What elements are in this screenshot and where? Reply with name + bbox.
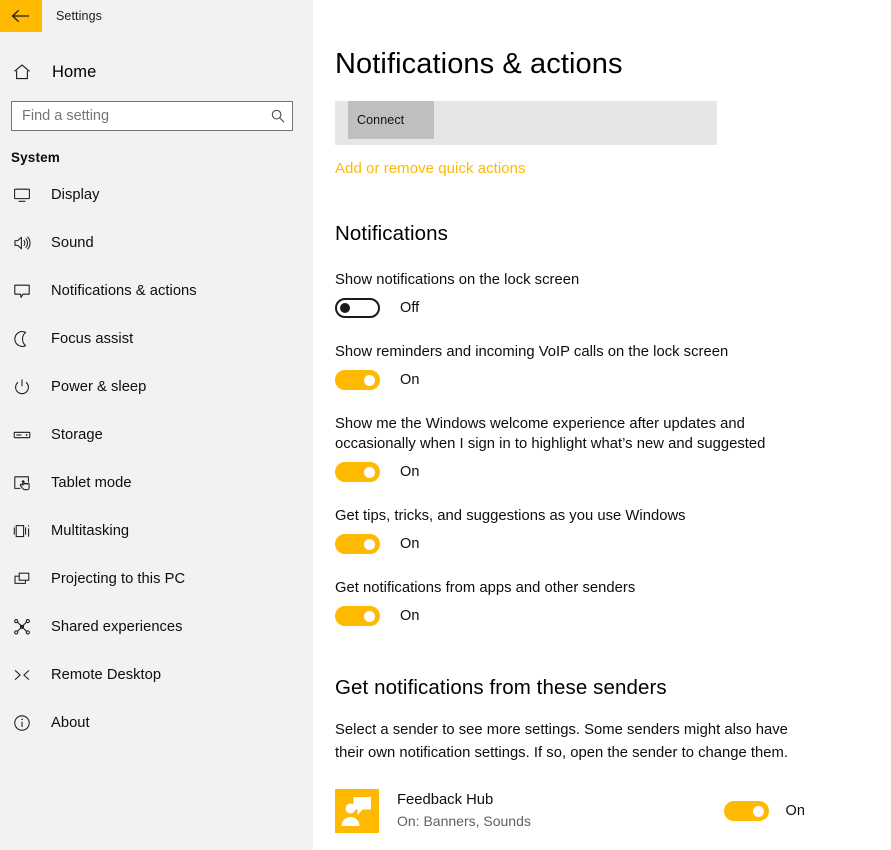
main-content: Notifications & actions Connect Add or r… <box>313 0 891 850</box>
sidebar-item-notifications-and-actions[interactable]: Notifications & actions <box>0 267 313 315</box>
toggle-row: On <box>335 534 891 554</box>
toggle-row: On <box>335 370 891 390</box>
toggle-state-label: On <box>400 536 419 552</box>
toggle-state-label: On <box>400 464 419 480</box>
sender-toggle-wrap: On <box>724 801 805 821</box>
sidebar-item-focus-assist[interactable]: Focus assist <box>0 315 313 363</box>
toggle-row: On <box>335 462 891 482</box>
toggle-tips-and-tricks[interactable] <box>335 534 380 554</box>
sidebar-item-home[interactable]: Home <box>0 55 313 89</box>
toggle-welcome-experience[interactable] <box>335 462 380 482</box>
feedback-hub-icon <box>335 789 379 833</box>
quick-actions-panel: Connect <box>335 101 717 145</box>
setting-apps-and-senders: Get notifications from apps and other se… <box>335 578 891 626</box>
toggle-lock-screen-notifications[interactable] <box>335 298 380 318</box>
speaker-icon <box>11 232 33 254</box>
sidebar: Settings Home System <box>0 0 313 850</box>
back-button[interactable] <box>0 0 42 32</box>
setting-tips-and-tricks: Get tips, tricks, and suggestions as you… <box>335 506 891 554</box>
quick-action-tile-label: Connect <box>348 113 404 127</box>
search-input[interactable] <box>12 102 264 130</box>
speech-bubble-icon <box>11 280 33 302</box>
toggle-state-label: On <box>786 803 805 819</box>
toggle-state-label: Off <box>400 300 419 316</box>
sidebar-item-shared-experiences[interactable]: Shared experiences <box>0 603 313 651</box>
toggle-feedback-hub[interactable] <box>724 801 769 821</box>
projecting-icon <box>11 568 33 590</box>
back-arrow-icon <box>11 9 31 23</box>
search-icon[interactable] <box>264 108 292 124</box>
toggle-state-label: On <box>400 372 419 388</box>
sidebar-item-projecting-to-this-pc[interactable]: Projecting to this PC <box>0 555 313 603</box>
sidebar-nav: Display Sound <box>0 171 313 747</box>
add-or-remove-quick-actions-link[interactable]: Add or remove quick actions <box>335 160 526 177</box>
sidebar-item-label: Projecting to this PC <box>51 571 185 587</box>
monitor-icon <box>11 184 33 206</box>
moon-icon <box>11 328 33 350</box>
senders-description: Select a sender to see more settings. So… <box>335 719 797 765</box>
sidebar-item-label: Shared experiences <box>51 619 183 635</box>
toggle-row: On <box>335 606 891 626</box>
sidebar-item-remote-desktop[interactable]: Remote Desktop <box>0 651 313 699</box>
setting-description: Show reminders and incoming VoIP calls o… <box>335 342 795 362</box>
sender-text: Feedback Hub On: Banners, Sounds <box>397 791 724 831</box>
setting-welcome-experience: Show me the Windows welcome experience a… <box>335 414 891 482</box>
sender-name: Feedback Hub <box>397 791 724 810</box>
remote-desktop-icon <box>11 664 33 686</box>
drive-icon <box>11 424 33 446</box>
toggle-voip-lock-screen[interactable] <box>335 370 380 390</box>
sidebar-item-label: About <box>51 715 90 731</box>
page-title: Notifications & actions <box>335 0 891 79</box>
senders-heading: Get notifications from these senders <box>335 676 891 700</box>
notifications-heading: Notifications <box>335 222 891 246</box>
multitasking-icon <box>11 520 33 542</box>
sidebar-item-label: Multitasking <box>51 523 129 539</box>
toggle-state-label: On <box>400 608 419 624</box>
setting-description: Get tips, tricks, and suggestions as you… <box>335 506 795 526</box>
sidebar-item-storage[interactable]: Storage <box>0 411 313 459</box>
share-nodes-icon <box>11 616 33 638</box>
home-icon <box>12 62 38 82</box>
sender-status-detail: On: Banners, Sounds <box>397 812 724 831</box>
sidebar-item-label: Power & sleep <box>51 379 146 395</box>
setting-voip-lock-screen: Show reminders and incoming VoIP calls o… <box>335 342 891 390</box>
sidebar-item-about[interactable]: About <box>0 699 313 747</box>
tablet-hand-icon <box>11 472 33 494</box>
sidebar-item-label: Remote Desktop <box>51 667 161 683</box>
search-box[interactable] <box>11 101 293 131</box>
setting-lock-screen-notifications: Show notifications on the lock screen Of… <box>335 270 891 318</box>
window-title: Settings <box>42 0 102 32</box>
sidebar-item-power-and-sleep[interactable]: Power & sleep <box>0 363 313 411</box>
sidebar-item-label: Storage <box>51 427 103 443</box>
sidebar-group-title: System <box>11 150 313 165</box>
sidebar-item-display[interactable]: Display <box>0 171 313 219</box>
sidebar-item-label: Sound <box>51 235 94 251</box>
settings-window: Settings Home System <box>0 0 891 850</box>
sidebar-item-label: Tablet mode <box>51 475 132 491</box>
info-icon <box>11 712 33 734</box>
sidebar-item-sound[interactable]: Sound <box>0 219 313 267</box>
sidebar-item-label: Notifications & actions <box>51 283 197 299</box>
setting-description: Get notifications from apps and other se… <box>335 578 795 598</box>
sender-row-feedback-hub[interactable]: Feedback Hub On: Banners, Sounds On <box>335 789 805 833</box>
sidebar-home-label: Home <box>52 63 96 82</box>
toggle-row: Off <box>335 298 891 318</box>
sidebar-item-label: Display <box>51 187 100 203</box>
title-bar: Settings <box>0 0 313 32</box>
setting-description: Show me the Windows welcome experience a… <box>335 414 795 454</box>
sidebar-item-tablet-mode[interactable]: Tablet mode <box>0 459 313 507</box>
power-icon <box>11 376 33 398</box>
toggle-apps-and-senders[interactable] <box>335 606 380 626</box>
sidebar-item-multitasking[interactable]: Multitasking <box>0 507 313 555</box>
sidebar-item-label: Focus assist <box>51 331 133 347</box>
quick-action-tile-connect[interactable]: Connect <box>348 101 434 139</box>
setting-description: Show notifications on the lock screen <box>335 270 795 290</box>
